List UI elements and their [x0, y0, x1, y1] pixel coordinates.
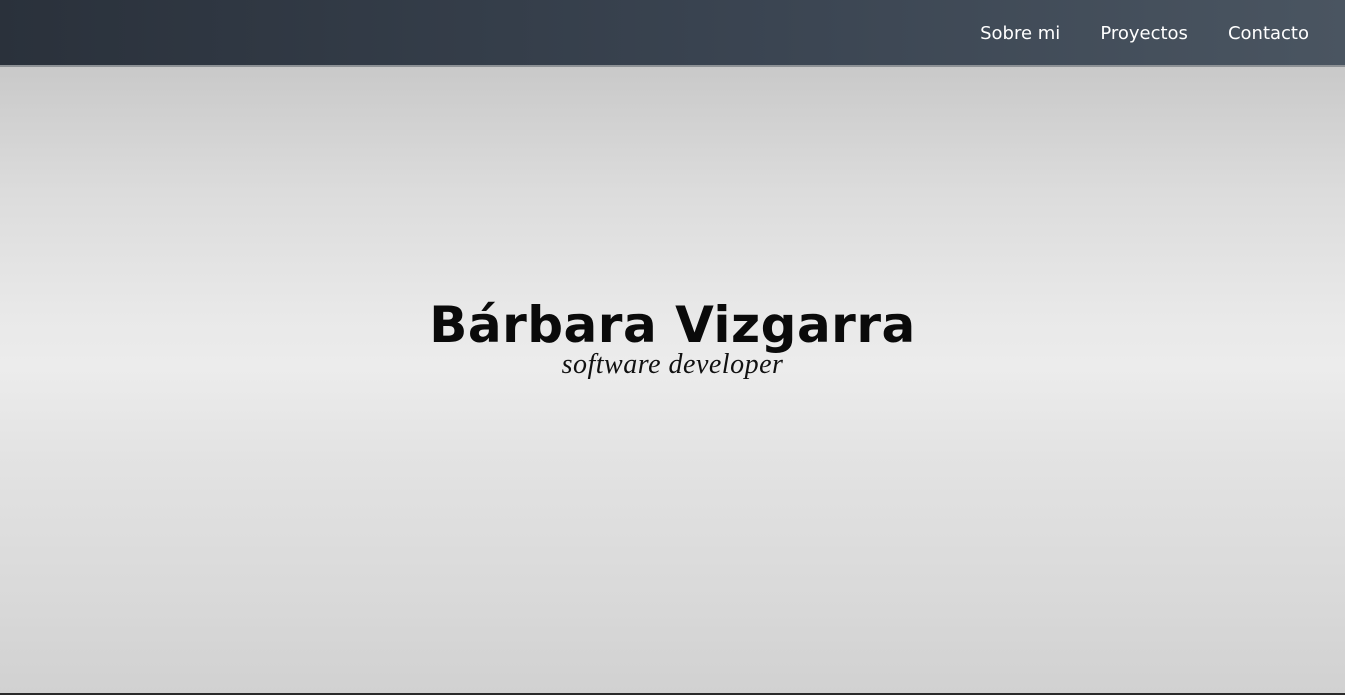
top-navbar: Sobre mi Proyectos Contacto: [0, 0, 1345, 67]
nav-link-contacto[interactable]: Contacto: [1228, 23, 1309, 43]
hero-subtitle: software developer: [561, 349, 784, 380]
hero-section: Bárbara Vizgarra software developer: [0, 67, 1345, 693]
nav-link-proyectos[interactable]: Proyectos: [1100, 23, 1188, 43]
hero-title: Bárbara Vizgarra: [429, 296, 916, 354]
hero-content: Bárbara Vizgarra software developer: [0, 295, 1345, 381]
nav-link-sobre-mi[interactable]: Sobre mi: [980, 23, 1060, 43]
nav-menu: Sobre mi Proyectos Contacto: [980, 0, 1309, 65]
